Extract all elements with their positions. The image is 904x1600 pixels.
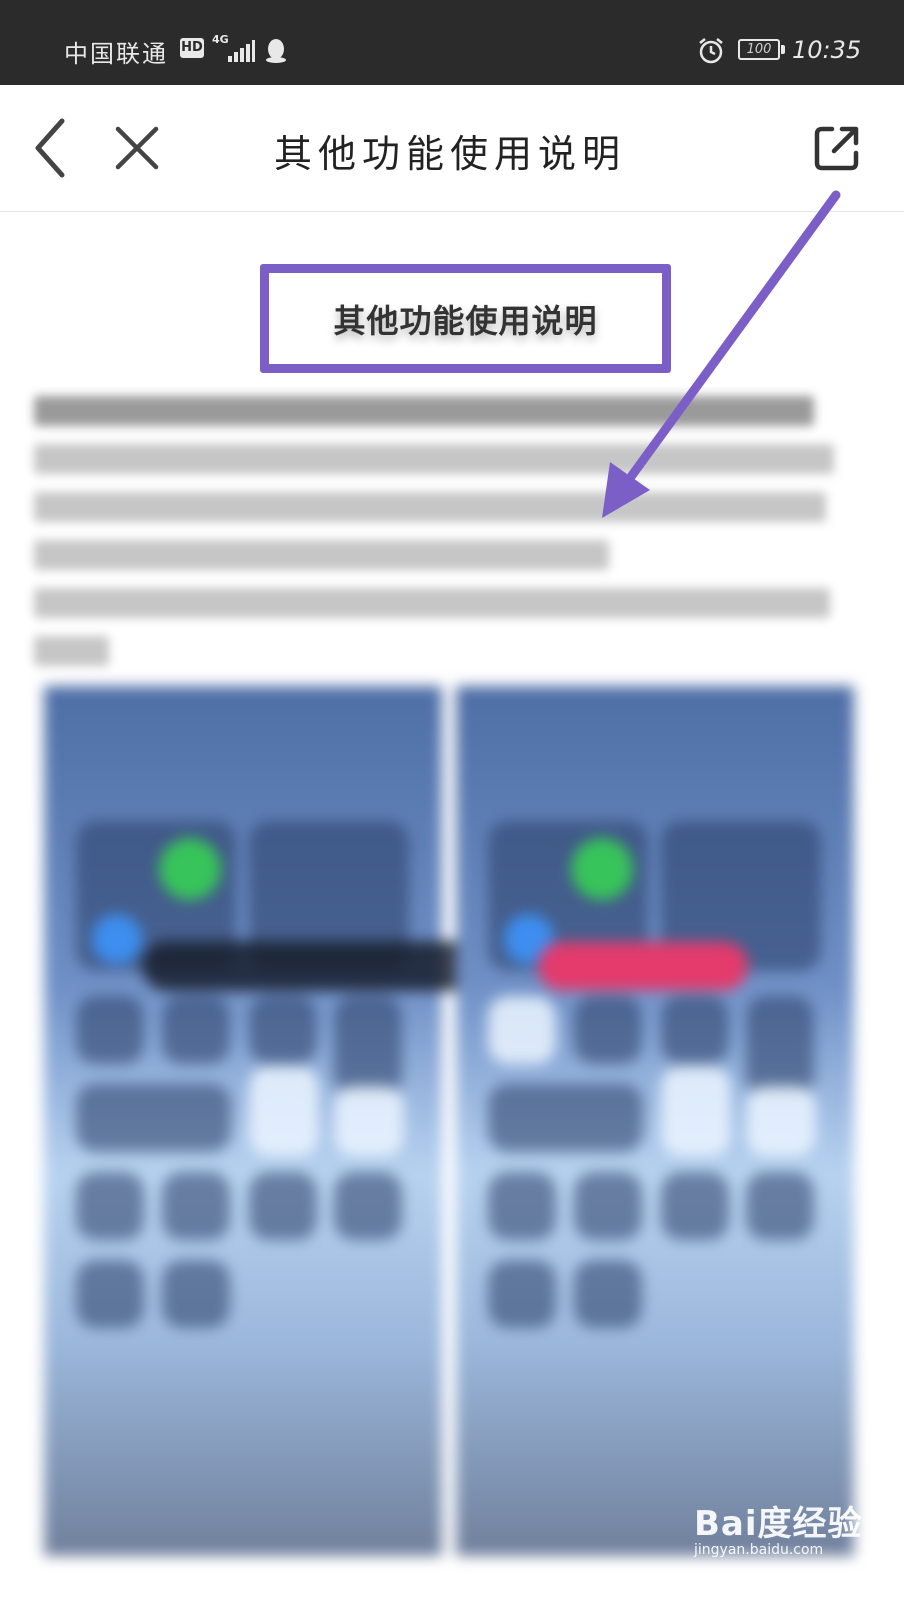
- clock-time: 10:35: [792, 36, 862, 64]
- watermark-logo-text: Bai度经验: [694, 1504, 863, 1544]
- status-bar: 中国联通 HD 4G 100 10:35: [0, 0, 904, 85]
- blurred-text-line: [34, 396, 814, 426]
- signal-icon: [228, 40, 255, 62]
- screenshot-right: [456, 686, 854, 1556]
- alarm-icon: [697, 37, 725, 65]
- chevron-left-icon[interactable]: [28, 117, 76, 179]
- blurred-text-line: [34, 588, 830, 618]
- page-title: 其他功能使用说明: [273, 132, 626, 176]
- blurred-text-line: [34, 540, 609, 570]
- blurred-screenshots: [44, 686, 854, 1556]
- battery-icon: 100: [738, 39, 780, 60]
- blurred-text-line: [34, 492, 826, 522]
- article-title: 其他功能使用说明: [333, 301, 598, 340]
- qq-penguin-icon: [264, 38, 288, 64]
- battery-tip: [781, 45, 785, 54]
- navigation-bar: 其他功能使用说明: [0, 85, 904, 212]
- close-icon[interactable]: [112, 123, 162, 173]
- carrier-label: 中国联通: [64, 40, 168, 68]
- network-type-label: 4G: [212, 33, 229, 46]
- blurred-text-line: [34, 636, 109, 666]
- watermark-url: jingyan.baidu.com: [694, 1542, 824, 1558]
- blurred-text-line: [34, 444, 834, 474]
- screenshot-left: [44, 686, 482, 1556]
- battery-level: 100: [746, 42, 772, 57]
- external-share-icon[interactable]: [812, 123, 862, 173]
- article-title-highlight: 其他功能使用说明: [260, 264, 671, 373]
- hd-badge: HD: [180, 38, 204, 58]
- blurred-paragraph: [34, 396, 854, 684]
- baidu-jingyan-watermark: Bai度经验 jingyan.baidu.com: [694, 1484, 864, 1564]
